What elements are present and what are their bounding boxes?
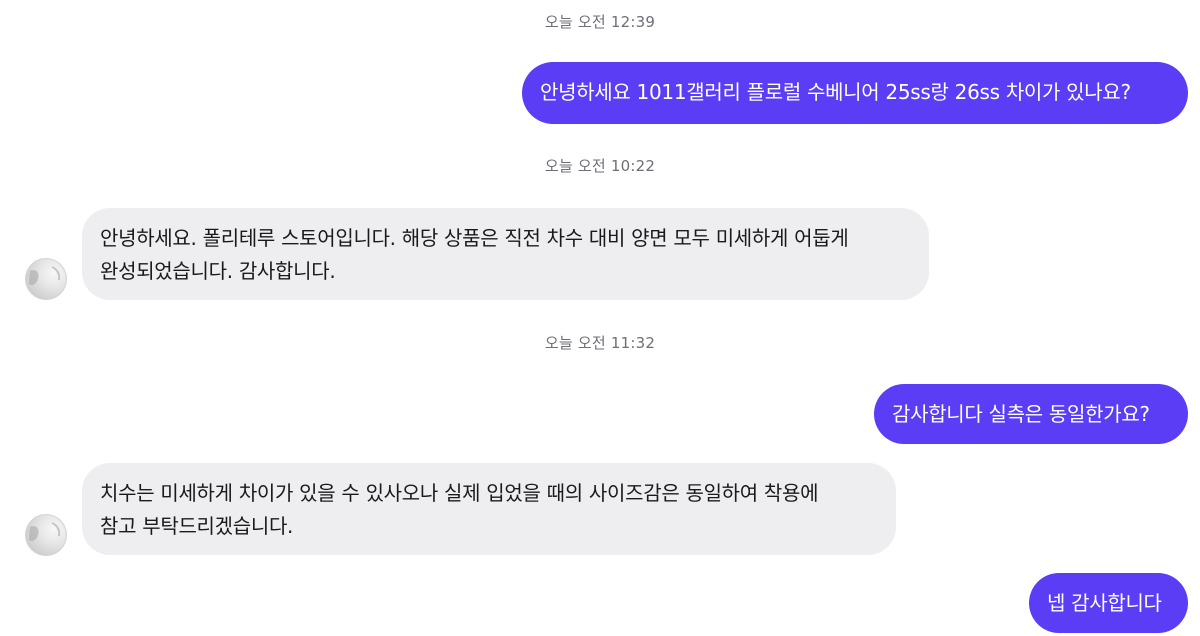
store-avatar[interactable] — [25, 514, 67, 556]
outgoing-message-bubble[interactable]: 안녕하세요 1011갤러리 플로럴 수베니어 25ss랑 26ss 차이가 있나… — [522, 62, 1188, 124]
message-timestamp: 오늘 오전 12:39 — [544, 13, 656, 31]
incoming-message-bubble[interactable]: 치수는 미세하게 차이가 있을 수 있사오나 실제 입었을 때의 사이즈감은 동… — [82, 463, 896, 555]
incoming-message-bubble[interactable]: 안녕하세요. 폴리테루 스토어입니다. 해당 상품은 직전 차수 대비 양면 모… — [82, 208, 929, 300]
message-line: 완성되었습니다. 감사합니다. — [100, 259, 336, 283]
profile-photo-icon — [29, 522, 61, 541]
profile-photo-icon — [29, 266, 61, 285]
message-timestamp: 오늘 오전 10:22 — [544, 157, 656, 175]
outgoing-message-bubble[interactable]: 감사합니다 실측은 동일한가요? — [874, 384, 1188, 444]
store-avatar[interactable] — [25, 258, 67, 300]
message-line: 참고 부탁드리겠습니다. — [100, 514, 294, 538]
message-line: 치수는 미세하게 차이가 있을 수 있사오나 실제 입었을 때의 사이즈감은 동… — [100, 481, 819, 505]
message-timestamp: 오늘 오전 11:32 — [544, 334, 656, 352]
outgoing-message-bubble[interactable]: 넵 감사합니다 — [1029, 573, 1188, 633]
message-line: 안녕하세요. 폴리테루 스토어입니다. 해당 상품은 직전 차수 대비 양면 모… — [100, 226, 849, 250]
